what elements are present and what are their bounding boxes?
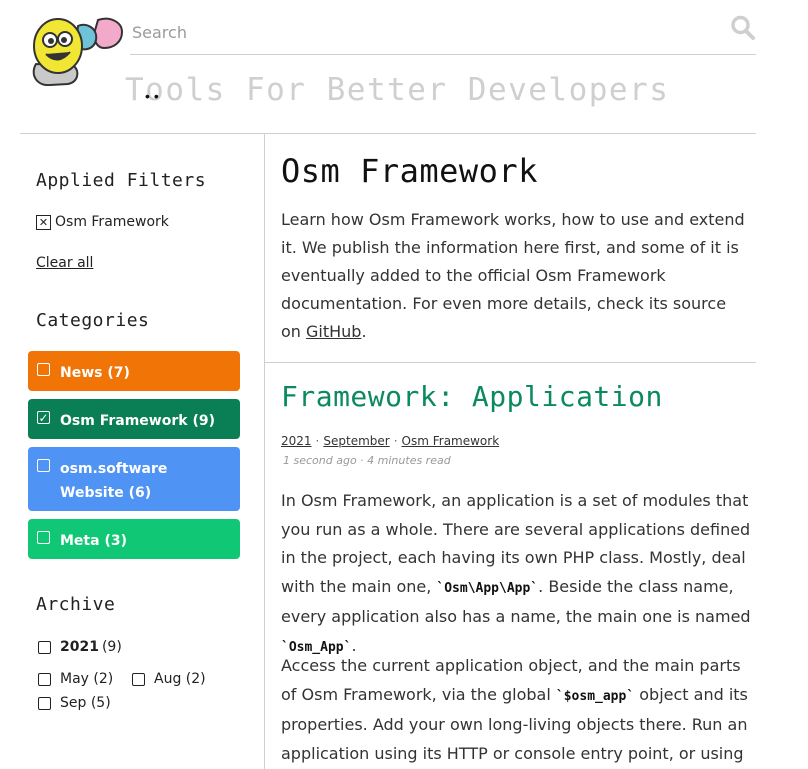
- category-osm-software-website[interactable]: osm.software Website (6): [28, 447, 240, 511]
- search-icon[interactable]: [730, 14, 756, 42]
- checkbox-icon: [37, 459, 50, 472]
- archive-year-2021[interactable]: 2021 (9): [38, 639, 122, 655]
- tagline-marks: ••: [145, 88, 163, 104]
- post-category-link[interactable]: Osm Framework: [402, 434, 500, 448]
- applied-filters-heading: Applied Filters: [36, 170, 207, 191]
- category-osm-framework[interactable]: ✓ Osm Framework (9): [28, 399, 240, 439]
- checkbox-icon: [132, 672, 145, 686]
- meta-separator: ·: [393, 434, 398, 448]
- archive-month-may[interactable]: May (2): [38, 671, 113, 687]
- close-box-icon: ✕: [36, 214, 51, 230]
- archive-month-aug[interactable]: Aug (2): [132, 671, 206, 687]
- category-meta[interactable]: Meta (3): [28, 519, 240, 559]
- search-bar: [130, 12, 756, 55]
- content-divider: [265, 362, 756, 363]
- categories-heading: Categories: [36, 310, 150, 331]
- post-year-link[interactable]: 2021: [281, 434, 312, 448]
- inline-code: `$osm_app`: [555, 688, 635, 704]
- sidebar: Applied Filters ✕ Osm Framework Clear al…: [20, 134, 265, 769]
- post-meta: 2021 · September · Osm Framework: [281, 434, 499, 448]
- osm-logo[interactable]: [28, 12, 126, 88]
- post-title-link[interactable]: Framework: Application: [281, 380, 663, 413]
- category-news[interactable]: News (7): [28, 351, 240, 391]
- archive-month-sep[interactable]: Sep (5): [38, 695, 111, 711]
- github-link[interactable]: GitHub: [306, 322, 361, 341]
- archive-month-label: Aug (2): [154, 671, 206, 687]
- checkbox-icon: [38, 696, 51, 710]
- archive-month-label: May (2): [60, 671, 114, 687]
- applied-filter-label: Osm Framework: [55, 214, 169, 230]
- archive-heading: Archive: [36, 594, 116, 615]
- archive-year-label: 2021: [60, 639, 99, 655]
- main-content: Osm Framework Learn how Osm Framework wo…: [265, 134, 808, 769]
- checkbox-icon: [37, 363, 50, 376]
- post-month-link[interactable]: September: [323, 434, 389, 448]
- page-title: Osm Framework: [281, 152, 538, 190]
- inline-code: `Osm\App\App`: [436, 580, 539, 596]
- remove-filter-osm-framework[interactable]: ✕ Osm Framework: [36, 214, 169, 230]
- checkbox-checked-icon: ✓: [37, 410, 50, 425]
- category-label: News (7): [60, 365, 130, 381]
- category-label: Meta (3): [60, 533, 127, 549]
- post-timing: 1 second ago · 4 minutes read: [283, 454, 451, 467]
- post-paragraph: In Osm Framework, an application is a se…: [281, 487, 761, 662]
- archive-month-label: Sep (5): [60, 695, 111, 711]
- checkbox-icon: [38, 640, 51, 654]
- site-tagline: Tools For Better Developers: [125, 72, 670, 108]
- clear-all-link[interactable]: Clear all: [36, 255, 93, 271]
- category-intro: Learn how Osm Framework works, how to us…: [281, 206, 751, 346]
- archive-year-count: (9): [101, 639, 122, 655]
- category-label: osm.software Website (6): [60, 461, 168, 501]
- checkbox-icon: [37, 531, 50, 544]
- intro-end: .: [361, 322, 367, 341]
- category-label: Osm Framework (9): [60, 413, 215, 429]
- meta-separator: ·: [315, 434, 320, 448]
- search-input[interactable]: [130, 18, 694, 46]
- post-paragraph: Access the current application object, a…: [281, 652, 761, 768]
- checkbox-icon: [38, 672, 51, 686]
- osm-logo-icon: [32, 17, 124, 87]
